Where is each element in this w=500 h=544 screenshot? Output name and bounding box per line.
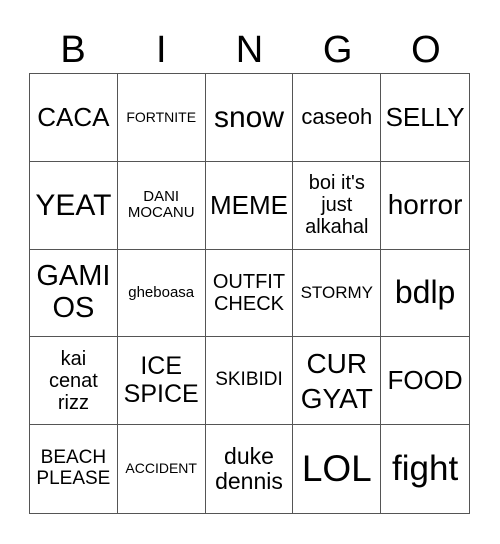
bingo-cell[interactable]: GAMI OS xyxy=(30,249,118,338)
bingo-cell[interactable]: MEME xyxy=(205,161,294,250)
bingo-cell[interactable]: caseoh xyxy=(293,74,382,162)
bingo-cell[interactable]: CACA xyxy=(30,74,118,162)
bingo-cell[interactable]: boi it's just alkahal xyxy=(293,161,382,250)
bingo-cell[interactable]: duke dennis xyxy=(206,425,294,513)
bingo-cell[interactable]: bdlp xyxy=(381,250,469,338)
bingo-cell[interactable]: horror xyxy=(381,162,469,250)
bingo-cell[interactable]: CUR GYAT xyxy=(293,337,382,426)
header-letter-g: G xyxy=(322,29,353,71)
header-letter-b: B xyxy=(60,29,86,71)
header-letter-n: N xyxy=(235,29,264,71)
bingo-cell[interactable]: BEACH PLEASE xyxy=(30,425,118,513)
bingo-cell[interactable]: kai cenat rizz xyxy=(30,337,118,426)
bingo-cell[interactable]: OUTFIT CHECK xyxy=(205,249,294,338)
bingo-cell[interactable]: YEAT xyxy=(30,161,118,250)
bingo-cell[interactable]: DANI MOCANU xyxy=(117,161,206,250)
bingo-cell[interactable]: ACCIDENT xyxy=(118,425,206,513)
bingo-cell[interactable]: ICE SPICE xyxy=(117,337,206,426)
bingo-cell[interactable]: snow xyxy=(205,74,294,162)
bingo-card: CACA FORTNITE snow caseoh SELLY YEAT DAN… xyxy=(29,73,470,514)
bingo-cell[interactable]: gheboasa xyxy=(117,249,206,338)
header-letter-i: I xyxy=(156,29,167,71)
bingo-cell[interactable]: FORTNITE xyxy=(117,74,206,162)
bingo-cell[interactable]: STORMY xyxy=(293,249,382,338)
bingo-header: B I N G O xyxy=(29,26,470,74)
bingo-cell[interactable]: SELLY xyxy=(381,74,469,162)
bingo-cell[interactable]: LOL xyxy=(293,425,382,513)
bingo-cell[interactable]: fight xyxy=(381,425,469,513)
header-letter-o: O xyxy=(411,29,441,71)
bingo-cell[interactable]: FOOD xyxy=(381,337,469,426)
bingo-cell[interactable]: SKIBIDI xyxy=(205,337,294,426)
